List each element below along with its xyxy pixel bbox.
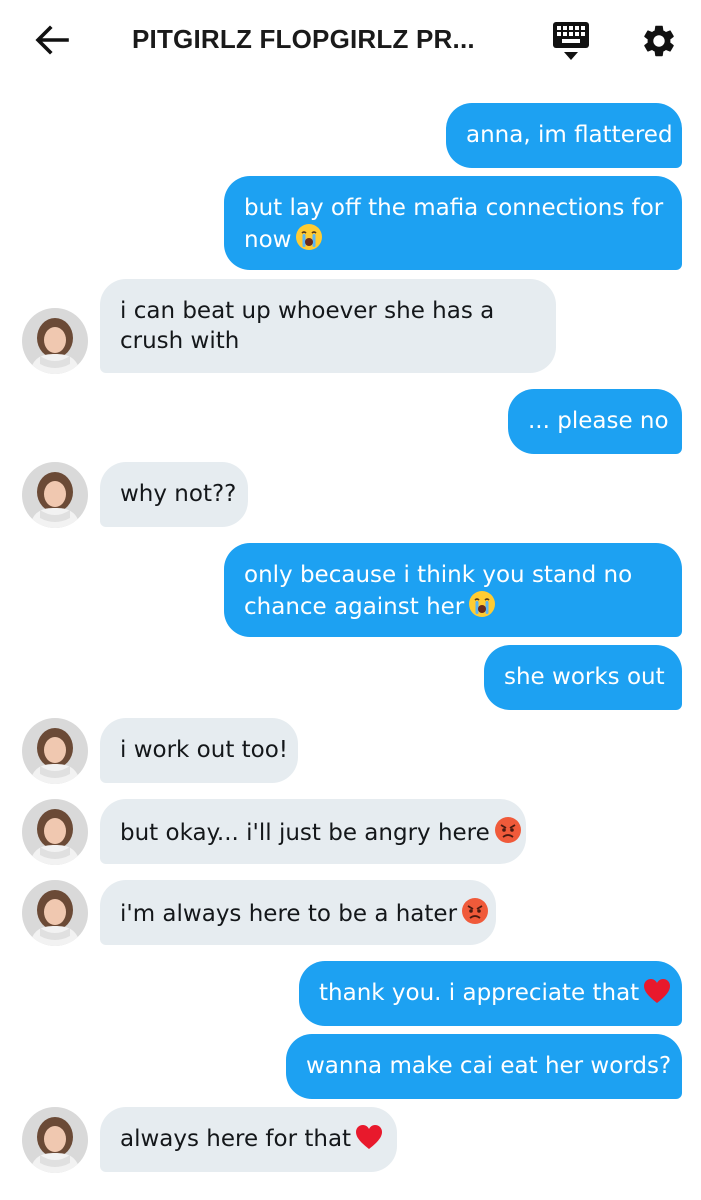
chat-header: PITGIRLZ FLOPGIRLZ PR... [0, 0, 701, 84]
person-icon [22, 462, 88, 528]
angry-face-icon [462, 898, 489, 924]
arrow-left-icon [35, 25, 69, 55]
message-text: i'm always here to be a hater [120, 901, 458, 927]
keyboard-icon [553, 22, 589, 60]
message-sent[interactable]: only because i think you stand no chance… [224, 543, 682, 637]
message-received[interactable]: why not?? [100, 462, 248, 527]
avatar[interactable] [22, 718, 88, 784]
message-sent[interactable]: but lay off the mafia connections for no… [224, 176, 682, 270]
red-heart-icon [356, 1125, 383, 1149]
message-text: crush with [120, 328, 240, 354]
message-sent[interactable]: thank you. i appreciate that [299, 961, 682, 1026]
message-text: anna, im flattered [466, 122, 673, 148]
avatar[interactable] [22, 880, 88, 946]
back-button[interactable] [30, 22, 74, 58]
message-sent[interactable]: she works out [484, 645, 682, 710]
loudly-crying-face-icon [296, 224, 323, 250]
message-text: why not?? [120, 481, 237, 507]
message-sent[interactable]: anna, im flattered [446, 103, 682, 168]
message-received[interactable]: i work out too! [100, 718, 298, 783]
red-heart-icon [644, 979, 671, 1003]
person-icon [22, 718, 88, 784]
settings-button[interactable] [636, 18, 682, 64]
message-text: wanna make cai eat her words? [306, 1053, 672, 1079]
message-text: but okay... i'll just be angry here [120, 820, 490, 846]
loudly-crying-face-icon [469, 591, 496, 617]
message-text: she works out [504, 664, 665, 690]
message-text: only because i think you stand no [244, 562, 633, 588]
message-sent[interactable]: ... please no [508, 389, 682, 454]
avatar[interactable] [22, 308, 88, 374]
message-text: ... please no [528, 408, 669, 434]
person-icon [22, 880, 88, 946]
gear-icon [644, 25, 674, 57]
message-received[interactable]: but okay... i'll just be angry here [100, 799, 526, 864]
message-received[interactable]: i'm always here to be a hater [100, 880, 496, 945]
message-received[interactable]: i can beat up whoever she has a crush wi… [100, 279, 556, 373]
message-text: thank you. i appreciate that [319, 980, 640, 1006]
message-text: i can beat up whoever she has a [120, 298, 495, 324]
message-received[interactable]: always here for that [100, 1107, 397, 1172]
person-icon [22, 799, 88, 865]
message-text: but lay off the mafia connections for [244, 195, 664, 221]
avatar[interactable] [22, 462, 88, 528]
message-text: now [244, 227, 292, 253]
angry-face-icon [494, 817, 521, 843]
person-icon [22, 308, 88, 374]
message-text: always here for that [120, 1126, 352, 1152]
message-sent[interactable]: wanna make cai eat her words? [286, 1034, 682, 1099]
person-icon [22, 1107, 88, 1173]
keyboard-button[interactable] [548, 18, 594, 64]
conversation-title[interactable]: PITGIRLZ FLOPGIRLZ PR... [132, 24, 512, 55]
avatar[interactable] [22, 1107, 88, 1173]
message-text: i work out too! [120, 737, 289, 763]
avatar[interactable] [22, 799, 88, 865]
message-text: chance against her [244, 594, 465, 620]
